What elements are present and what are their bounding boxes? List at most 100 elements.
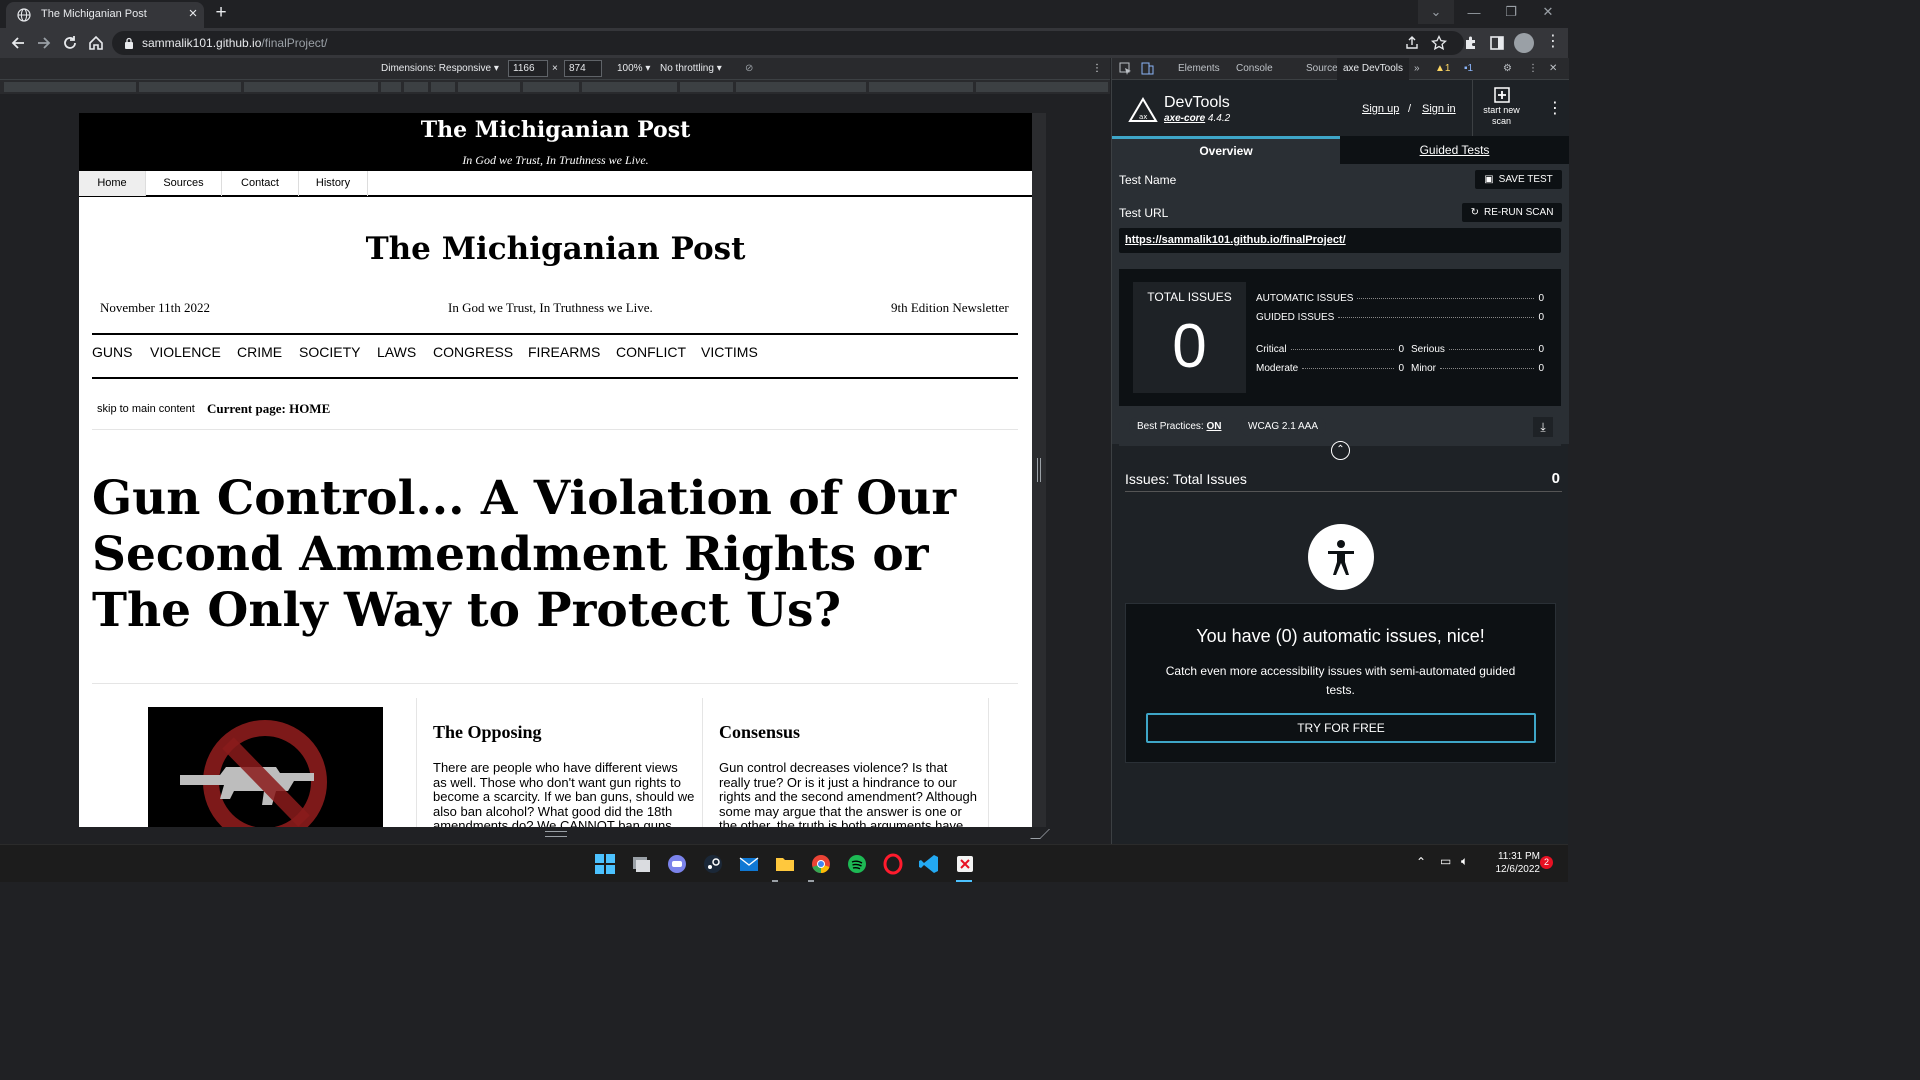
back-icon[interactable] bbox=[9, 34, 27, 52]
tab-search-icon[interactable]: ⌄ bbox=[1418, 0, 1454, 24]
network-icon[interactable]: ▭ bbox=[1440, 854, 1451, 868]
dimensions-dropdown[interactable]: Dimensions: Responsive ▾ bbox=[381, 63, 499, 74]
extensions-icon[interactable] bbox=[1463, 35, 1479, 51]
share-icon[interactable] bbox=[1404, 35, 1420, 51]
start-new-scan-button[interactable]: start new scan bbox=[1472, 80, 1530, 136]
column-body: Gun control decreases violence? Is that … bbox=[719, 760, 978, 827]
profile-avatar[interactable] bbox=[1514, 33, 1534, 53]
close-devtools-icon[interactable]: ✕ bbox=[1549, 63, 1557, 74]
address-bar[interactable]: sammalik101.github.io/finalProject/ bbox=[112, 31, 1464, 55]
lock-icon[interactable] bbox=[124, 37, 134, 49]
category-crime[interactable]: CRIME bbox=[237, 344, 282, 360]
file-explorer-icon[interactable] bbox=[630, 853, 652, 875]
category-society[interactable]: SOCIETY bbox=[299, 344, 360, 360]
width-input[interactable]: 1166 bbox=[508, 60, 548, 77]
column-body: There are people who have different view… bbox=[433, 760, 695, 827]
axe-core-link[interactable]: axe-core bbox=[1164, 113, 1205, 124]
tab-axe-devtools[interactable]: axe DevTools bbox=[1337, 58, 1410, 80]
try-for-free-button[interactable]: TRY FOR FREE bbox=[1146, 713, 1536, 743]
tab-overview[interactable]: Overview bbox=[1112, 136, 1340, 164]
test-url-label: Test URL bbox=[1119, 206, 1169, 220]
resize-handle-bottom[interactable] bbox=[545, 831, 567, 837]
throttling-dropdown[interactable]: No throttling ▾ bbox=[660, 63, 722, 74]
opera-icon[interactable] bbox=[882, 853, 904, 875]
axe-menu-icon[interactable]: ⋮ bbox=[1547, 98, 1563, 118]
resize-handle-right[interactable] bbox=[1037, 458, 1041, 482]
collapse-summary-icon[interactable]: ⌃ bbox=[1331, 441, 1350, 460]
nav-contact[interactable]: Contact bbox=[222, 171, 299, 196]
save-test-button[interactable]: ▣ SAVE TEST bbox=[1475, 170, 1562, 189]
forward-icon[interactable] bbox=[35, 34, 53, 52]
motto: In God we Trust, In Truthness we Live. bbox=[448, 300, 653, 315]
teams-chat-icon[interactable] bbox=[666, 853, 688, 875]
nav-home[interactable]: Home bbox=[79, 171, 146, 196]
sign-up-link[interactable]: Sign up bbox=[1362, 103, 1399, 115]
save-icon: ▣ bbox=[1484, 174, 1494, 185]
close-window-button[interactable]: ✕ bbox=[1530, 0, 1566, 24]
settings-gear-icon[interactable]: ⚙ bbox=[1503, 63, 1512, 74]
skip-to-content-link[interactable]: skip to main content bbox=[97, 403, 195, 415]
category-congress[interactable]: CONGRESS bbox=[433, 344, 513, 360]
auth-separator: / bbox=[1408, 103, 1412, 115]
height-input[interactable]: 874 bbox=[564, 60, 602, 77]
mail-icon[interactable] bbox=[738, 853, 760, 875]
tab-guided-tests[interactable]: Guided Tests bbox=[1340, 136, 1569, 164]
clock-time: 11:31 PM bbox=[1497, 851, 1540, 862]
wcag-standard-chip[interactable]: WCAG 2.1 AAA bbox=[1240, 417, 1327, 436]
browser-tab[interactable]: The Michiganian Post × bbox=[6, 2, 204, 28]
tab-close-icon[interactable]: × bbox=[185, 6, 201, 22]
side-panel-icon[interactable] bbox=[1489, 35, 1505, 51]
category-laws[interactable]: LAWS bbox=[377, 344, 416, 360]
folder-icon[interactable] bbox=[774, 853, 796, 875]
axe-version: axe-core 4.4.2 bbox=[1164, 113, 1230, 124]
messages-count: 1 bbox=[1467, 63, 1474, 74]
test-url-link[interactable]: https://sammalik101.github.io/finalProje… bbox=[1125, 234, 1346, 246]
tab-elements[interactable]: Elements bbox=[1178, 63, 1220, 74]
test-url-field[interactable]: https://sammalik101.github.io/finalProje… bbox=[1119, 228, 1561, 253]
inspect-icon[interactable] bbox=[1119, 62, 1132, 75]
spotify-icon[interactable] bbox=[846, 853, 868, 875]
restore-button[interactable]: ❐ bbox=[1493, 0, 1529, 24]
category-violence[interactable]: VIOLENCE bbox=[150, 344, 221, 360]
device-toggle-icon[interactable] bbox=[1141, 62, 1154, 75]
steam-icon[interactable] bbox=[702, 853, 724, 875]
new-tab-button[interactable]: + bbox=[212, 3, 230, 22]
notification-badge[interactable]: 2 bbox=[1540, 856, 1553, 869]
nav-sources[interactable]: Sources bbox=[146, 171, 222, 196]
chrome-icon[interactable] bbox=[810, 853, 832, 875]
sign-in-link[interactable]: Sign in bbox=[1422, 103, 1456, 115]
best-practices-toggle[interactable]: Best Practices: ON bbox=[1129, 417, 1230, 436]
more-tabs-icon[interactable]: » bbox=[1414, 63, 1420, 74]
category-victims[interactable]: VICTIMS bbox=[701, 344, 758, 360]
reload-icon[interactable] bbox=[61, 34, 79, 52]
clock[interactable]: 11:31 PM 12/6/2022 bbox=[1478, 850, 1541, 876]
tray-chevron-icon[interactable]: ⌃ bbox=[1416, 855, 1426, 869]
axe-version-number: 4.4.2 bbox=[1207, 113, 1231, 124]
rotate-icon[interactable]: ⊘ bbox=[745, 63, 753, 74]
globe-icon bbox=[17, 8, 31, 22]
total-issues-box: TOTAL ISSUES 0 bbox=[1133, 282, 1246, 393]
snipping-tool-icon[interactable] bbox=[954, 853, 976, 875]
export-download-icon[interactable]: ⤓ bbox=[1533, 417, 1553, 437]
rerun-scan-button[interactable]: ↻ RE-RUN SCAN bbox=[1462, 203, 1562, 222]
messages-badge[interactable]: ▪1 bbox=[1464, 63, 1473, 74]
zoom-dropdown[interactable]: 100% ▾ bbox=[617, 63, 650, 74]
tab-console[interactable]: Console bbox=[1236, 63, 1273, 74]
automatic-issues-label: AUTOMATIC ISSUES bbox=[1256, 293, 1354, 304]
zoom-value: 100% bbox=[617, 63, 643, 74]
windows-start-icon[interactable] bbox=[594, 853, 616, 875]
minimize-button[interactable]: — bbox=[1456, 0, 1492, 24]
device-more-icon[interactable]: ⋮ bbox=[1092, 63, 1102, 74]
nav-history[interactable]: History bbox=[299, 171, 368, 196]
bookmark-star-icon[interactable] bbox=[1431, 35, 1447, 51]
category-conflict[interactable]: CONFLICT bbox=[616, 344, 686, 360]
devtools-menu-icon[interactable]: ⋮ bbox=[1528, 63, 1538, 74]
category-guns[interactable]: GUNS bbox=[92, 344, 132, 360]
volume-icon[interactable]: 🔈︎ bbox=[1461, 854, 1468, 869]
warnings-badge[interactable]: ▲1 bbox=[1435, 63, 1450, 74]
media-query-bar[interactable] bbox=[0, 80, 1110, 94]
vscode-icon[interactable] bbox=[918, 853, 940, 875]
home-icon[interactable] bbox=[87, 34, 105, 52]
browser-menu-icon[interactable]: ⋮ bbox=[1545, 34, 1561, 50]
category-firearms[interactable]: FIREARMS bbox=[528, 344, 600, 360]
